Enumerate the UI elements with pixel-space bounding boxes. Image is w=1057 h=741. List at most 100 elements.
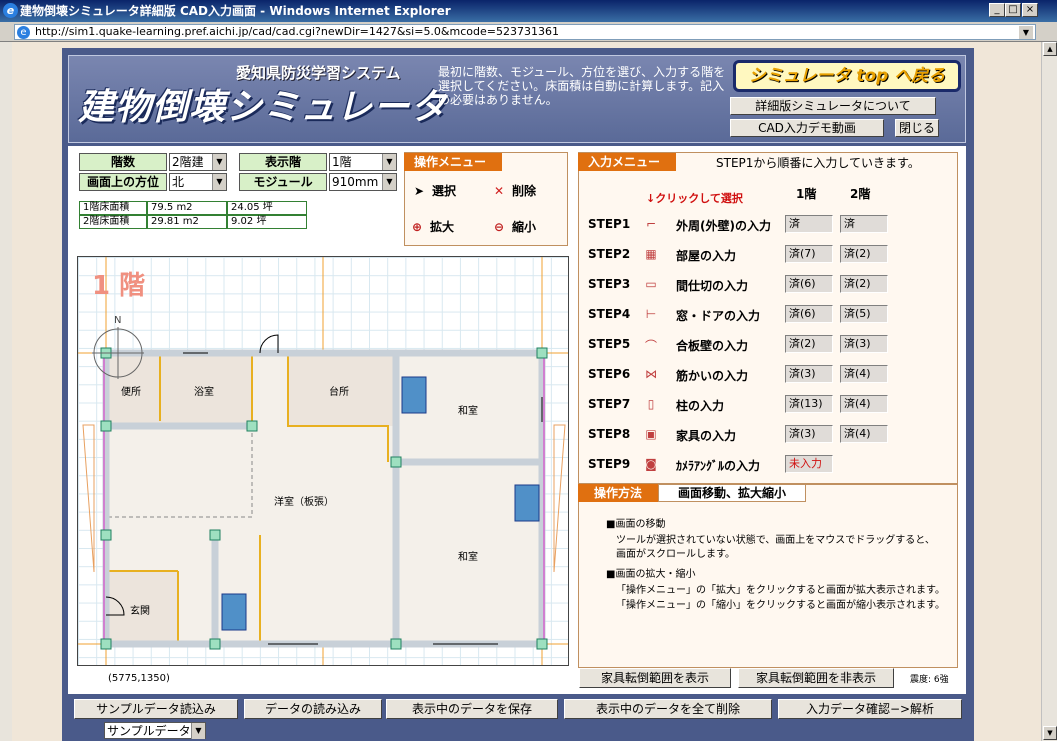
- display-floor-select[interactable]: 1階 ▼: [329, 153, 397, 171]
- howto-text: 「操作メニュー」の「拡大」をクリックすると画面が拡大表示されます。: [616, 585, 945, 596]
- step-name[interactable]: 部屋の入力: [676, 247, 736, 264]
- step-floor2-status[interactable]: 済(5): [840, 305, 888, 323]
- scroll-up-icon[interactable]: ▲: [1043, 42, 1057, 56]
- module-label: モジュール: [239, 173, 327, 191]
- delete-tool[interactable]: ✕ 削除: [492, 182, 536, 199]
- step-floor1-status[interactable]: 済(2): [785, 335, 833, 353]
- input-menu-panel: [578, 152, 958, 484]
- howto-tab[interactable]: 操作方法: [578, 484, 658, 502]
- hide-furniture-range-button[interactable]: 家具転倒範囲を非表示: [738, 668, 894, 688]
- delete-x-icon: ✕: [493, 184, 505, 198]
- step-floor2-status[interactable]: 済(4): [840, 395, 888, 413]
- step-name[interactable]: 間仕切の入力: [676, 277, 748, 294]
- step-floor2-status[interactable]: 済(2): [840, 245, 888, 263]
- direction-select[interactable]: 北 ▼: [169, 173, 227, 191]
- chevron-down-icon: ▼: [212, 154, 226, 170]
- chevron-down-icon: ▼: [382, 174, 396, 190]
- column-marker: [209, 638, 221, 650]
- address-url: http://sim1.quake-learning.pref.aichi.jp…: [35, 25, 559, 38]
- step-floor2-status[interactable]: 済(4): [840, 365, 888, 383]
- room-label: 玄関: [130, 606, 150, 617]
- cad-canvas[interactable]: 1 階 N 便所 浴室 台所 和室 洋室（板張） 和室 玄関: [77, 256, 569, 666]
- analyze-button[interactable]: 入力データ確認−>解析: [778, 699, 962, 719]
- zoom-out-icon: ⊖: [493, 220, 505, 234]
- step-number: STEP7: [588, 397, 631, 411]
- close-button[interactable]: 閉じる: [895, 119, 939, 137]
- demo-video-button[interactable]: CAD入力デモ動画: [730, 119, 884, 137]
- step-name[interactable]: 柱の入力: [676, 397, 724, 414]
- step-name[interactable]: 合板壁の入力: [676, 337, 748, 354]
- step-icon: ⋈: [645, 367, 657, 381]
- area-m2: 79.5 m2: [147, 201, 227, 215]
- room-label: 和室: [458, 552, 478, 563]
- column-marker: [209, 529, 221, 541]
- minimize-button[interactable]: _: [989, 3, 1005, 17]
- step-number: STEP2: [588, 247, 631, 261]
- north-label: N: [114, 315, 122, 326]
- scroll-down-icon[interactable]: ▼: [1043, 726, 1057, 740]
- furniture: [221, 593, 247, 631]
- step-name[interactable]: 外周(外壁)の入力: [676, 217, 771, 234]
- step-floor1-status[interactable]: 済(13): [785, 395, 833, 413]
- address-dropdown-icon[interactable]: ▼: [1019, 26, 1033, 39]
- delete-all-data-button[interactable]: 表示中のデータを全て削除: [564, 699, 772, 719]
- step-name[interactable]: 筋かいの入力: [676, 367, 748, 384]
- step-number: STEP8: [588, 427, 631, 441]
- sample-data-select[interactable]: サンプルデータ1 ▼: [104, 722, 206, 739]
- cursor-coordinates: (5775,1350): [108, 673, 170, 684]
- select-tool[interactable]: ➤ 選択: [412, 182, 456, 199]
- address-input[interactable]: e http://sim1.quake-learning.pref.aichi.…: [14, 24, 1036, 40]
- vertical-scrollbar[interactable]: ▲ ▼: [1041, 42, 1057, 741]
- step-number: STEP5: [588, 337, 631, 351]
- save-data-button[interactable]: 表示中のデータを保存: [386, 699, 558, 719]
- column-marker: [246, 420, 258, 432]
- module-value: 910mm: [332, 175, 379, 189]
- step-number: STEP1: [588, 217, 631, 231]
- step-floor2-status[interactable]: 済(4): [840, 425, 888, 443]
- step-icon: ⊢: [645, 307, 657, 321]
- step-floor2-status[interactable]: 済: [840, 215, 888, 233]
- step-floor1-status[interactable]: 済(3): [785, 425, 833, 443]
- data-read-button[interactable]: データの読み込み: [244, 699, 382, 719]
- step-name[interactable]: ｶﾒﾗｱﾝｸﾞﾙの入力: [676, 457, 760, 474]
- step-name[interactable]: 家具の入力: [676, 427, 736, 444]
- step-floor1-status[interactable]: 済(6): [785, 275, 833, 293]
- zoom-in-tool[interactable]: ⊕ 拡大: [410, 218, 454, 235]
- column-marker: [100, 638, 112, 650]
- sample-data-value: サンプルデータ1: [107, 724, 199, 738]
- zoom-out-label: 縮小: [512, 220, 537, 234]
- step-floor1-status[interactable]: 未入力: [785, 455, 833, 473]
- step-floor1-status[interactable]: 済(6): [785, 305, 833, 323]
- step-floor1-status[interactable]: 済(7): [785, 245, 833, 263]
- ie-icon: e: [3, 3, 18, 18]
- cursor-icon: ➤: [413, 184, 425, 198]
- howto-text: ツールが選択されていない状態で、画面上をマウスでドラッグすると、: [616, 535, 935, 546]
- zoom-out-tool[interactable]: ⊖ 縮小: [492, 218, 536, 235]
- app-title: 建物倒壊シミュレータ: [78, 87, 448, 128]
- howto-heading: ■画面の移動: [606, 519, 666, 530]
- sample-read-button[interactable]: サンプルデータ読込み: [74, 699, 238, 719]
- floors-select[interactable]: 2階建 ▼: [169, 153, 227, 171]
- zoom-in-icon: ⊕: [411, 220, 423, 234]
- input-menu-title: 入力メニュー: [578, 153, 676, 171]
- maximize-button[interactable]: □: [1005, 3, 1021, 17]
- step-floor1-status[interactable]: 済: [785, 215, 833, 233]
- about-button[interactable]: 詳細版シミュレータについて: [730, 97, 936, 115]
- module-select[interactable]: 910mm ▼: [329, 173, 397, 191]
- step-number: STEP3: [588, 277, 631, 291]
- step-icon: ▦: [645, 247, 657, 261]
- step-floor2-status[interactable]: 済(3): [840, 335, 888, 353]
- back-to-top-button[interactable]: シミュレータ top へ戻る: [733, 60, 961, 92]
- close-window-button[interactable]: ×: [1022, 3, 1038, 17]
- floors-label: 階数: [79, 153, 167, 171]
- show-furniture-range-button[interactable]: 家具転倒範囲を表示: [579, 668, 731, 688]
- howto-tab-navigation[interactable]: 画面移動、拡大縮小: [658, 484, 806, 502]
- area-tsubo: 24.05 坪: [227, 201, 307, 215]
- address-bar: e http://sim1.quake-learning.pref.aichi.…: [0, 22, 1057, 42]
- column-marker: [536, 638, 548, 650]
- step-floor2-status[interactable]: 済(2): [840, 275, 888, 293]
- step-floor1-status[interactable]: 済(3): [785, 365, 833, 383]
- step-name[interactable]: 窓・ドアの入力: [676, 307, 760, 324]
- step-icon: ⌒: [644, 339, 657, 353]
- area-tsubo: 9.02 坪: [227, 215, 307, 229]
